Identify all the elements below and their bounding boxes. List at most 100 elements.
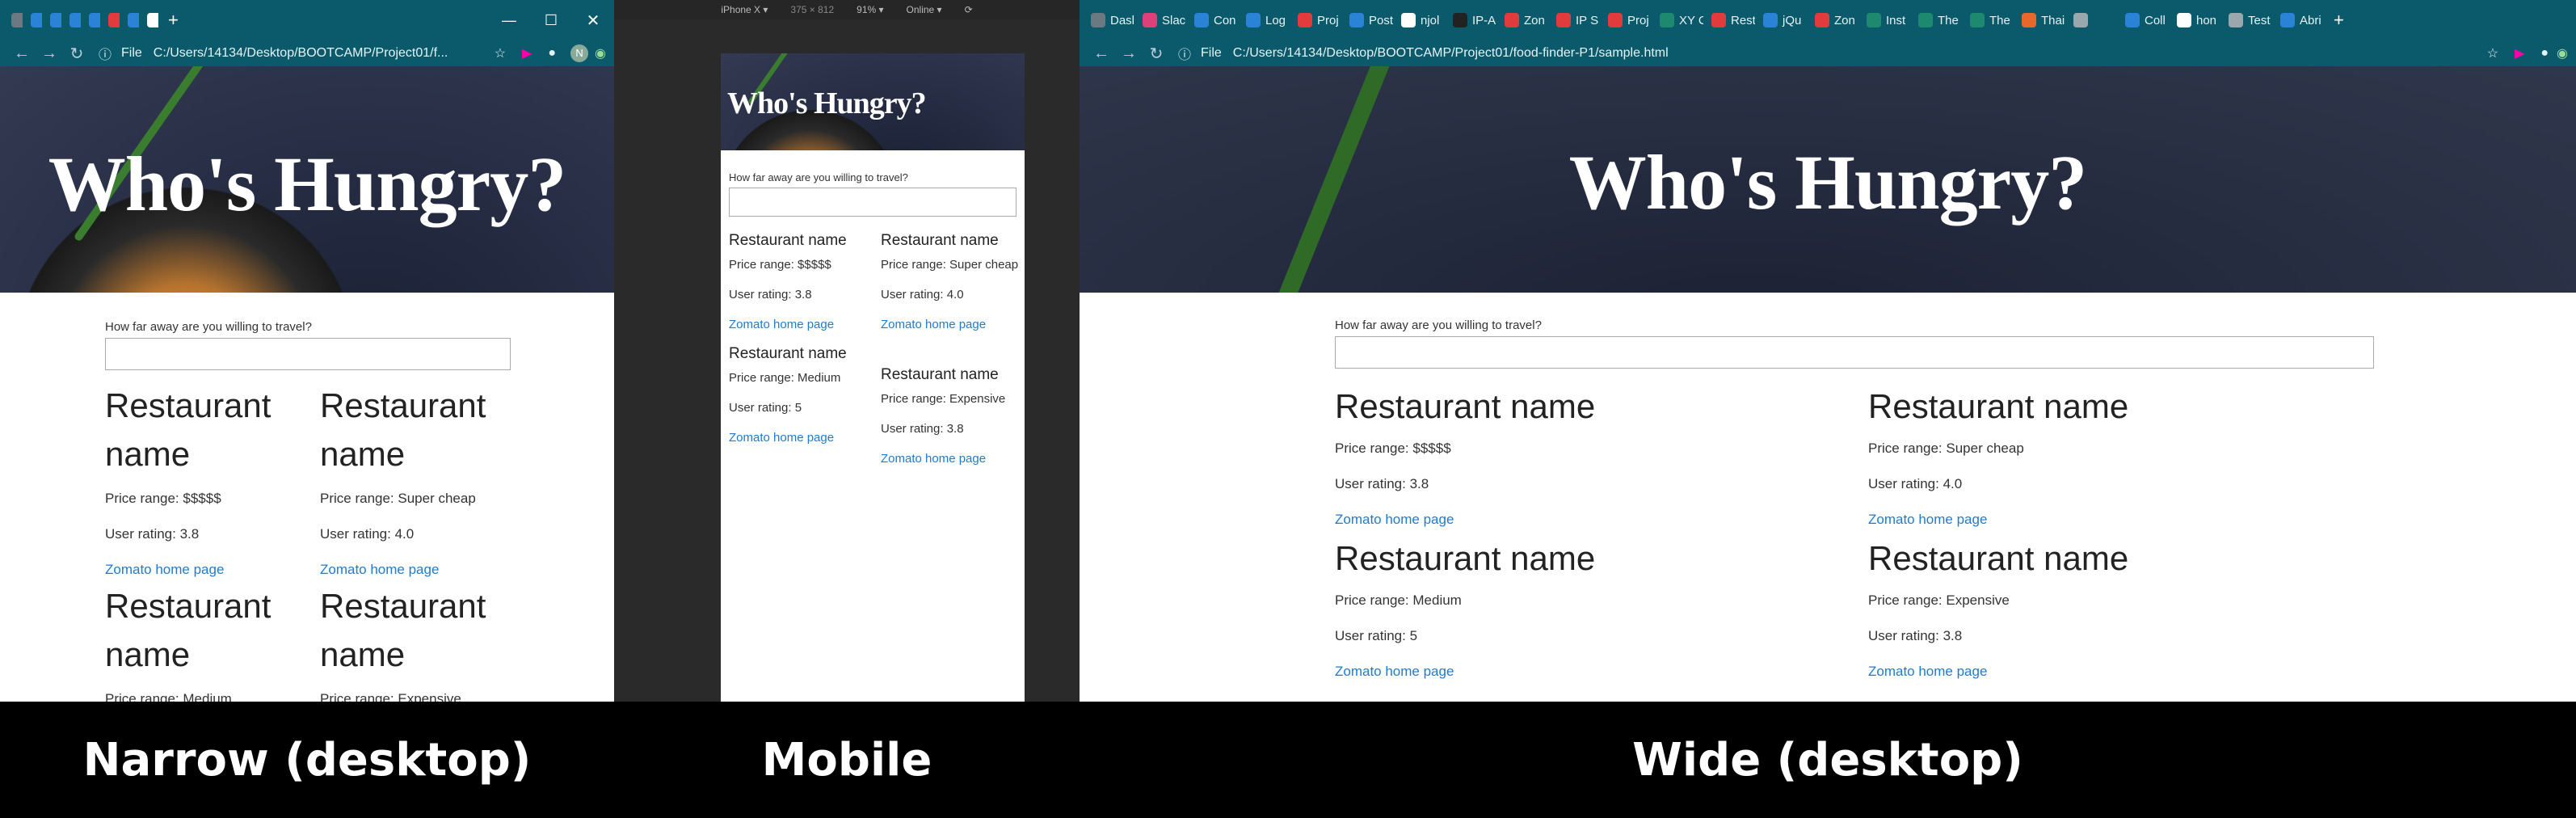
extension-icon[interactable]: ▶ — [522, 45, 532, 61]
restaurant-card: Restaurant name Price range: Medium User r… — [1335, 537, 1836, 698]
restaurant-name: Restaurant name — [881, 366, 999, 383]
price-range: Price range: $$$$$ — [1335, 441, 1451, 456]
zomato-link[interactable]: Zomato home page — [105, 561, 307, 579]
browser-tab[interactable]: The — [1965, 6, 2014, 35]
browser-tab[interactable]: Log — [1241, 6, 1290, 35]
info-icon[interactable]: ⓘ — [99, 44, 112, 63]
browser-tab[interactable]: Zon — [1810, 6, 1858, 35]
back-icon[interactable]: ← — [8, 44, 36, 63]
browser-tab[interactable]: Slac — [1138, 6, 1186, 35]
device-select[interactable]: iPhone X ▾ — [721, 4, 768, 15]
distance-input[interactable] — [1335, 336, 2374, 369]
tab-favicon-icon — [1143, 13, 1157, 27]
star-icon[interactable]: ☆ — [2487, 45, 2498, 61]
back-icon[interactable]: ← — [1088, 44, 1115, 63]
browser-tab[interactable] — [103, 6, 120, 35]
network-select[interactable]: Online ▾ — [907, 4, 942, 15]
browser-tab[interactable]: Dasl — [1086, 6, 1134, 35]
price-range: Price range: Expensive — [881, 392, 1006, 406]
browser-tab[interactable]: Abri — [2275, 6, 2324, 35]
device-dimensions: 375 × 812 — [790, 4, 835, 15]
distance-input[interactable] — [729, 188, 1017, 217]
browser-tab[interactable] — [45, 6, 61, 35]
browser-tab[interactable] — [142, 6, 158, 35]
user-rating: User rating: 4.0 — [320, 526, 415, 542]
browser-tab[interactable]: Coll — [2120, 6, 2169, 35]
zomato-link[interactable]: Zomato home page — [1868, 663, 2369, 681]
restaurant-card: Restaurant name Price range: Super cheap U… — [1868, 385, 2369, 546]
zomato-link[interactable]: Zomato home page — [1335, 511, 1836, 529]
url-field[interactable]: File C:/Users/14134/Desktop/BOOTCAMP/Proj… — [121, 46, 448, 61]
new-tab-icon[interactable]: + — [168, 10, 179, 31]
browser-tab[interactable]: hon — [2172, 6, 2220, 35]
browser-tab[interactable] — [123, 6, 139, 35]
tab-strip: + — ☐ ✕ — [0, 0, 614, 40]
tab-favicon-icon — [1349, 13, 1364, 27]
info-icon[interactable]: ⓘ — [1178, 44, 1191, 63]
browser-tab[interactable]: Proj — [1603, 6, 1652, 35]
zomato-link[interactable]: Zomato home page — [1335, 663, 1836, 681]
profile-avatar[interactable]: N — [570, 44, 589, 62]
browser-tab[interactable]: Post — [1345, 6, 1393, 35]
extension-icon[interactable]: ● — [2540, 46, 2549, 61]
extension-icon[interactable]: ● — [548, 46, 556, 61]
zomato-link[interactable]: Zomato home page — [881, 451, 1023, 466]
browser-tab[interactable]: The — [1913, 6, 1962, 35]
tab-favicon-icon — [1867, 13, 1881, 27]
zomato-link[interactable]: Zomato home page — [1868, 511, 2369, 529]
zomato-link[interactable]: Zomato home page — [881, 317, 1023, 332]
browser-tab[interactable]: Inst — [1862, 6, 1910, 35]
tab-strip: Dasl Slac Con Log Proj Post njol IP-A Zon IP S Pro… — [1080, 0, 2576, 40]
close-icon[interactable]: ✕ — [572, 11, 614, 31]
browser-tab[interactable] — [84, 6, 100, 35]
browser-tab[interactable]: Zon — [1500, 6, 1548, 35]
restaurant-name: Restaurant name — [881, 232, 999, 249]
tab-label: Abri — [2300, 13, 2321, 27]
star-icon[interactable]: ☆ — [495, 45, 506, 61]
browser-tab[interactable] — [26, 6, 42, 35]
browser-tab[interactable]: Thai — [2017, 6, 2065, 35]
browser-tab[interactable] — [6, 6, 23, 35]
tab-favicon-icon — [1401, 13, 1416, 27]
url-field[interactable]: File C:/Users/14134/Desktop/BOOTCAMP/Proj… — [1201, 46, 1669, 61]
browser-tab[interactable] — [2069, 6, 2117, 35]
extension-icon[interactable]: ◉ — [595, 45, 606, 61]
tab-favicon-icon — [2125, 13, 2140, 27]
rotate-icon[interactable]: ⟳ — [965, 4, 973, 15]
minimize-icon[interactable]: — — [488, 12, 530, 29]
zomato-link[interactable]: Zomato home page — [320, 561, 522, 579]
browser-tab[interactable]: Proj — [1293, 6, 1341, 35]
extension-icon[interactable]: ▶ — [2515, 45, 2524, 61]
tab-label: njol — [1421, 13, 1440, 27]
reload-icon[interactable]: ↻ — [63, 44, 90, 64]
browser-tab[interactable] — [65, 6, 81, 35]
browser-tab[interactable]: njol — [1396, 6, 1445, 35]
forward-icon[interactable]: → — [1115, 44, 1143, 63]
user-rating: User rating: 3.8 — [729, 288, 812, 301]
maximize-icon[interactable]: ☐ — [530, 12, 572, 29]
browser-tab[interactable]: IP S — [1551, 6, 1600, 35]
tab-label: IP-A — [1472, 13, 1496, 27]
restaurant-card: Restaurant namePrice range: ExpensiveUse… — [320, 582, 522, 702]
browser-tab[interactable]: IP-A — [1448, 6, 1496, 35]
forward-icon[interactable]: → — [36, 44, 63, 63]
browser-tab[interactable]: jQu — [1758, 6, 1807, 35]
distance-input[interactable] — [105, 338, 511, 370]
browser-tab[interactable]: Rest — [1707, 6, 1755, 35]
zoom-select[interactable]: 91% ▾ — [857, 4, 883, 15]
browser-tab[interactable]: Con — [1189, 6, 1238, 35]
tab-favicon-icon — [1298, 13, 1312, 27]
reload-icon[interactable]: ↻ — [1143, 44, 1170, 64]
hero-title: Who's Hungry? — [1568, 139, 2087, 226]
user-rating: User rating: 5 — [1335, 628, 1418, 643]
extension-icon[interactable]: ◉ — [2557, 45, 2568, 61]
tab-favicon-icon — [1970, 13, 1985, 27]
restaurant-card: Restaurant name Price range: Super cheap U… — [881, 231, 1023, 347]
new-tab-icon[interactable]: + — [2334, 10, 2344, 31]
browser-tab[interactable]: Test — [2224, 6, 2272, 35]
zomato-link[interactable]: Zomato home page — [729, 430, 871, 445]
zomato-link[interactable]: Zomato home page — [729, 317, 871, 332]
restaurant-name: Restaurant name — [105, 587, 271, 673]
browser-tab[interactable]: XY C — [1655, 6, 1703, 35]
tab-label: Slac — [1162, 13, 1186, 27]
